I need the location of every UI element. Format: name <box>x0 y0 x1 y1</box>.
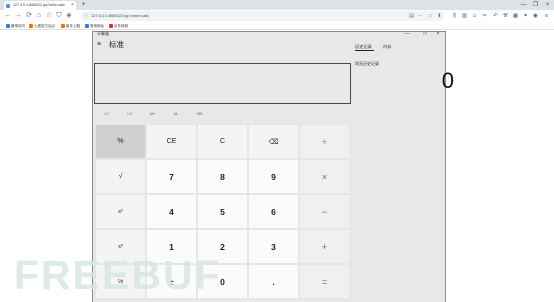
bookmark-icon[interactable]: ☆ <box>427 11 434 21</box>
subtract-button[interactable]: − <box>299 194 350 229</box>
memory-recall-button[interactable]: MR <box>127 110 133 118</box>
bookmark-favicon-icon <box>61 24 65 28</box>
addon-icon[interactable]: ✦ <box>522 11 529 21</box>
digit-9-button[interactable]: 9 <box>248 159 299 194</box>
square-root-button[interactable]: √ <box>95 159 146 194</box>
bookmark-item[interactable]: 火狐官方站点 <box>29 22 55 30</box>
memory-subtract-button[interactable]: M- <box>174 110 178 118</box>
bookmarks-bar <box>0 22 554 30</box>
equals-button[interactable]: = <box>299 264 350 299</box>
square-button[interactable]: x² <box>95 194 146 229</box>
digit-3-button[interactable]: 3 <box>248 229 299 264</box>
browser-close-button[interactable]: × <box>543 0 552 10</box>
percent-button[interactable]: % <box>95 124 146 159</box>
bookmark-favicon-icon <box>85 24 89 28</box>
tab-history-underline <box>355 50 374 51</box>
undo-icon[interactable]: ↶ <box>492 11 499 21</box>
new-tab-button[interactable]: + <box>80 1 87 9</box>
page-actions-icon[interactable]: ⋯ <box>417 11 424 21</box>
backspace-icon[interactable]: ⌫ <box>248 124 299 159</box>
tools-icon[interactable]: ⚒ <box>502 11 509 21</box>
digit-8-button[interactable]: 8 <box>197 159 248 194</box>
clear-button[interactable]: C <box>197 124 248 159</box>
digit-7-button[interactable]: 7 <box>146 159 197 194</box>
extension-icon[interactable]: ◈ <box>65 10 73 22</box>
screenshot-icon[interactable]: ✂ <box>481 11 488 21</box>
browser-minimize-button[interactable]: — <box>519 0 528 10</box>
calculator-close-button[interactable]: × <box>432 30 444 38</box>
reader-icon[interactable]: ▤ <box>408 11 415 21</box>
tab-favicon-icon <box>6 3 10 8</box>
history-empty-message: 尚无历史记录 <box>355 61 379 66</box>
library-icon[interactable]: ⫼ <box>451 11 458 21</box>
grid-icon[interactable]: ▦ <box>512 11 519 21</box>
pocket-icon[interactable]: ⬇ <box>436 11 443 21</box>
bookmark-favicon-icon <box>29 24 33 28</box>
menu-icon[interactable]: ≡ <box>97 41 104 49</box>
account-icon[interactable]: ☺ <box>471 11 478 21</box>
memory-clear-button[interactable]: MC <box>104 110 110 118</box>
clear-entry-button[interactable]: CE <box>146 124 197 159</box>
forward-icon[interactable]: → <box>14 10 22 22</box>
address-bar[interactable]: 127.0.0.1:8080/22.jsp?cmd=calc <box>81 11 444 21</box>
calculator-mode-title: 标准 <box>109 40 124 49</box>
tab-history[interactable]: 历史记录 <box>355 43 372 50</box>
digit-5-button[interactable]: 5 <box>197 194 248 229</box>
reload-icon[interactable]: ⟳ <box>25 10 33 22</box>
menu-icon[interactable]: ≡ <box>543 11 550 21</box>
web-icon[interactable]: ◉ <box>532 11 539 21</box>
bookmark-item[interactable]: 新手上路 <box>61 22 80 30</box>
bookmark-favicon-icon <box>109 24 113 28</box>
page-info-icon[interactable]: ⓘ <box>84 13 88 19</box>
browser-tab[interactable]: 127.0.0.1:8080/22.jsp?cmd=calc × <box>4 1 76 10</box>
bookmark-item[interactable]: 京东商城 <box>109 22 128 30</box>
digit-4-button[interactable]: 4 <box>146 194 197 229</box>
back-icon[interactable]: ← <box>4 10 12 22</box>
bookmark-item[interactable]: 常用网址 <box>85 22 104 30</box>
home-icon[interactable]: ⌂ <box>35 10 43 22</box>
tab-memory[interactable]: 内存 <box>383 43 391 50</box>
digit-6-button[interactable]: 6 <box>248 194 299 229</box>
memory-store-button[interactable]: MS <box>197 110 202 118</box>
memory-add-button[interactable]: M+ <box>150 110 155 118</box>
tab-close-icon[interactable]: × <box>70 1 75 10</box>
calculator-minimize-button[interactable]: — <box>401 30 413 38</box>
freebuf-watermark: FREEBUF <box>14 252 222 298</box>
multiply-button[interactable]: × <box>299 159 350 194</box>
bookmark-favicon-icon <box>6 24 10 28</box>
bookmark-item[interactable]: 最常访问 <box>6 22 25 30</box>
sidebar-icon[interactable]: ▥ <box>461 11 468 21</box>
tab-title: 127.0.0.1:8080/22.jsp?cmd=calc <box>13 3 65 7</box>
result-value: 0 <box>441 68 454 93</box>
divide-button[interactable]: ÷ <box>299 124 350 159</box>
decimal-button[interactable]: . <box>248 264 299 299</box>
calculator-maximize-button[interactable]: □ <box>419 30 431 38</box>
shield-icon[interactable]: ⛉ <box>55 10 63 22</box>
bookmark-star-icon[interactable]: ☆ <box>45 10 53 22</box>
browser-maximize-button[interactable]: ❐ <box>531 0 540 10</box>
calculator-title: 计算器 <box>97 31 109 36</box>
add-button[interactable]: + <box>299 229 350 264</box>
